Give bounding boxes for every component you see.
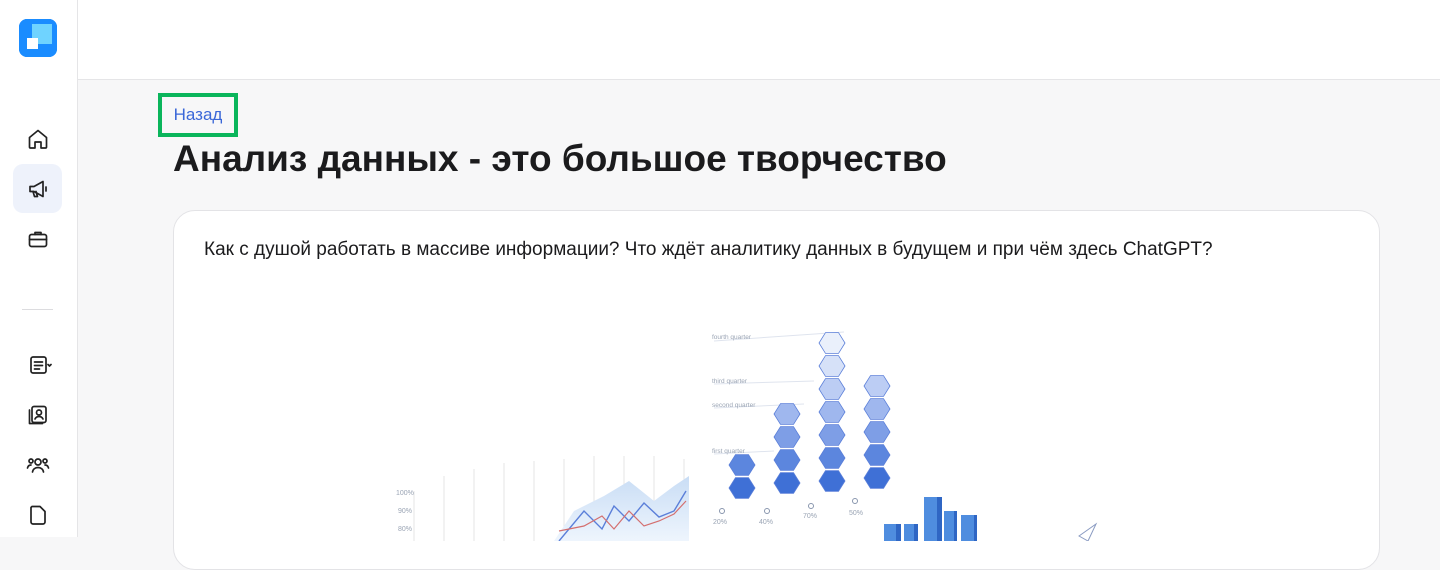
article-illustration: 100% 90% 80% fourth quarter third quarte… — [396, 331, 1098, 541]
back-link-highlight: Назад — [158, 93, 238, 137]
nav-contacts[interactable] — [13, 390, 62, 439]
briefcase-icon — [28, 231, 47, 247]
sidebar — [0, 0, 78, 537]
hexagon-cell — [773, 472, 801, 494]
hex-chart-graphic: fourth quarter third quarter second quar… — [712, 331, 891, 526]
hexagon-cell — [773, 426, 801, 448]
bar-chart-graphic — [884, 497, 977, 541]
hexagon-cell — [818, 424, 846, 446]
top-bar — [78, 0, 1440, 80]
axis-label-80: 80% — [398, 526, 412, 533]
page-title: Анализ данных - это большое творчество — [173, 138, 947, 179]
hexagon-cell — [818, 378, 846, 400]
quarter-label-3: third quarter — [712, 378, 748, 385]
paper-plane-icon — [1078, 522, 1098, 541]
quarter-label-4: fourth quarter — [712, 334, 752, 341]
nav-announcements[interactable] — [13, 164, 62, 213]
percent-label-2: 40% — [759, 519, 773, 526]
home-icon — [28, 129, 47, 149]
hexagon-cell — [863, 398, 891, 420]
hexagon-cell — [863, 375, 891, 397]
hexagon-cell — [773, 449, 801, 471]
percent-label-4: 50% — [849, 510, 863, 517]
sidebar-divider — [22, 309, 53, 310]
line-chart-graphic: 100% 90% 80% — [396, 456, 689, 541]
axis-label-100: 100% — [396, 490, 414, 497]
nav-portfolio[interactable] — [13, 214, 62, 263]
hexagon-cell — [818, 355, 846, 377]
document-list-icon — [29, 355, 52, 374]
hexagon-cell — [863, 467, 891, 489]
percent-label-3: 70% — [803, 513, 817, 520]
app-logo[interactable] — [19, 19, 57, 57]
hexagon-cell — [818, 332, 846, 354]
hexagon-cell — [818, 401, 846, 423]
hexagon-cell — [818, 447, 846, 469]
megaphone-icon — [28, 180, 47, 197]
nav-home[interactable] — [13, 114, 62, 163]
article-card: Как с душой работать в массиве информаци… — [173, 210, 1380, 570]
quarter-label-2: second quarter — [712, 402, 756, 409]
nav-files[interactable] — [13, 490, 62, 539]
percent-label-1: 20% — [713, 519, 727, 526]
nav-users[interactable] — [13, 440, 62, 489]
hexagon-cell — [728, 454, 756, 476]
logo-icon — [19, 19, 57, 57]
hexagon-cell — [863, 444, 891, 466]
file-icon — [29, 505, 46, 525]
hexagon-cell — [818, 470, 846, 492]
back-link[interactable]: Назад — [174, 105, 223, 125]
hexagon-cell — [863, 421, 891, 443]
quarter-label-1: first quarter — [712, 448, 746, 455]
users-icon — [26, 457, 49, 473]
contacts-icon — [28, 405, 47, 424]
axis-label-90: 90% — [398, 508, 412, 515]
nav-articles[interactable] — [13, 340, 62, 389]
hexagon-cell — [728, 477, 756, 499]
hexagon-cell — [773, 403, 801, 425]
